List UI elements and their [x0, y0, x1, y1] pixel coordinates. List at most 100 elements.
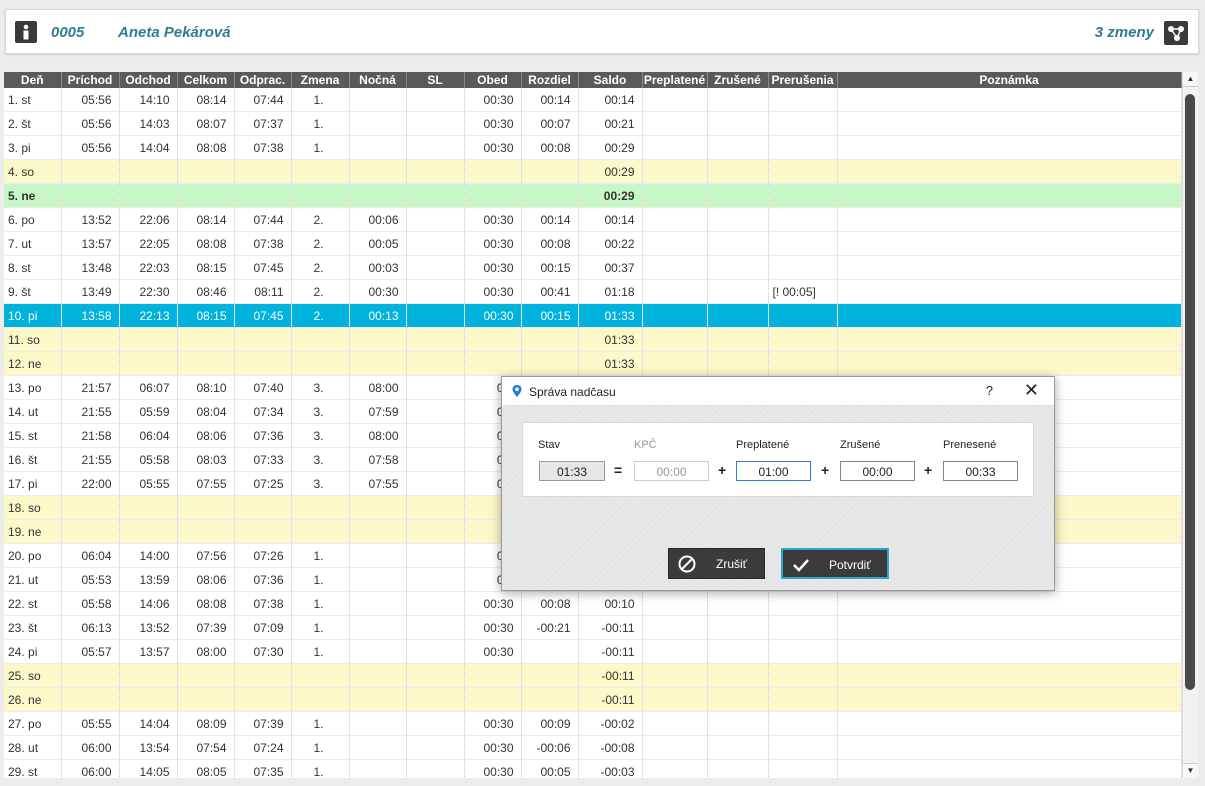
table-cell[interactable]: 13:49	[61, 279, 120, 304]
zrusene-input[interactable]: 00:00	[840, 461, 915, 481]
table-cell[interactable]: 00:37	[578, 255, 643, 280]
table-cell[interactable]	[177, 183, 235, 208]
table-cell[interactable]	[642, 711, 708, 736]
table-cell[interactable]: 08:00	[349, 375, 407, 400]
table-cell[interactable]	[707, 279, 769, 304]
table-row[interactable]: 11. so 01:33	[4, 327, 1182, 352]
table-cell[interactable]: 21:58	[61, 423, 120, 448]
column-header[interactable]: Zrušené	[707, 72, 769, 88]
table-cell[interactable]: 08:08	[177, 135, 235, 160]
table-cell[interactable]: 07:35	[234, 759, 292, 778]
table-cell[interactable]: 06:00	[61, 735, 120, 760]
table-cell[interactable]: 23. št	[4, 615, 62, 640]
column-header[interactable]: Odchod	[119, 72, 178, 88]
table-cell[interactable]	[768, 351, 838, 376]
table-cell[interactable]: 14:06	[119, 591, 178, 616]
table-cell[interactable]: 07:54	[177, 735, 235, 760]
table-cell[interactable]: 06:07	[119, 375, 178, 400]
table-row[interactable]: 28. ut 06:00 13:54 07:54 07:24 1. 00:30 -00:06-…	[4, 735, 1182, 760]
table-cell[interactable]: 00:21	[578, 111, 643, 136]
table-cell[interactable]	[349, 327, 407, 352]
table-cell[interactable]	[406, 88, 465, 112]
table-row[interactable]: 24. pi 05:57 13:57 08:00 07:30 1. 00:30 -00:11	[4, 639, 1182, 664]
table-cell[interactable]: 00:05	[521, 759, 579, 778]
table-cell[interactable]: 01:33	[578, 303, 643, 328]
table-cell[interactable]: 13:52	[61, 207, 120, 232]
table-cell[interactable]	[707, 735, 769, 760]
column-header[interactable]: Odprac.	[234, 72, 292, 88]
table-cell[interactable]	[406, 423, 465, 448]
table-row-selected[interactable]: 10. pi 13:58 22:13 08:15 07:45 2. 00:13 00:30 00…	[4, 303, 1182, 328]
table-row[interactable]: 8. st 13:48 22:03 08:15 07:45 2. 00:03 00:30 00:…	[4, 255, 1182, 280]
table-cell[interactable]	[406, 735, 465, 760]
table-cell[interactable]: 3.	[291, 399, 350, 424]
table-cell[interactable]: 00:29	[578, 135, 643, 160]
table-cell[interactable]	[349, 495, 407, 520]
table-cell[interactable]: 05:57	[61, 639, 120, 664]
table-cell[interactable]: 08:11	[234, 279, 292, 304]
table-cell[interactable]	[177, 687, 235, 712]
table-cell[interactable]: 14:05	[119, 759, 178, 778]
table-cell[interactable]	[837, 663, 1182, 688]
table-cell[interactable]: 29. st	[4, 759, 62, 778]
table-cell[interactable]	[406, 567, 465, 592]
table-cell[interactable]	[768, 231, 838, 256]
table-cell[interactable]: 1.	[291, 567, 350, 592]
table-cell[interactable]	[406, 471, 465, 496]
table-cell[interactable]	[349, 687, 407, 712]
table-cell[interactable]	[349, 639, 407, 664]
table-cell[interactable]	[406, 639, 465, 664]
table-cell[interactable]: 00:30	[464, 111, 522, 136]
table-cell[interactable]	[406, 615, 465, 640]
table-cell[interactable]: 08:04	[177, 399, 235, 424]
table-cell[interactable]: 22:06	[119, 207, 178, 232]
table-cell[interactable]: 07:59	[349, 399, 407, 424]
table-cell[interactable]	[119, 327, 178, 352]
table-cell[interactable]	[291, 327, 350, 352]
table-cell[interactable]	[234, 519, 292, 544]
table-cell[interactable]	[837, 735, 1182, 760]
table-cell[interactable]: 5. ne	[4, 183, 62, 208]
table-row[interactable]: 29. st 06:00 14:05 08:05 07:35 1. 00:30 00:05 -0…	[4, 759, 1182, 778]
table-cell[interactable]	[642, 279, 708, 304]
table-cell[interactable]	[642, 639, 708, 664]
cancel-button[interactable]: Zrušiť	[668, 548, 765, 579]
table-cell[interactable]	[768, 327, 838, 352]
table-cell[interactable]	[406, 447, 465, 472]
table-cell[interactable]	[406, 495, 465, 520]
table-cell[interactable]	[768, 591, 838, 616]
table-cell[interactable]	[642, 591, 708, 616]
table-cell[interactable]: 01:33	[578, 327, 643, 352]
table-cell[interactable]: 13:59	[119, 567, 178, 592]
table-cell[interactable]	[642, 327, 708, 352]
table-cell[interactable]	[837, 135, 1182, 160]
table-cell[interactable]	[707, 303, 769, 328]
table-cell[interactable]: 00:30	[464, 639, 522, 664]
table-cell[interactable]: 00:10	[578, 591, 643, 616]
table-cell[interactable]: 00:15	[521, 255, 579, 280]
table-row[interactable]: 4. so 00:29	[4, 159, 1182, 184]
table-cell[interactable]: 00:14	[521, 207, 579, 232]
table-cell[interactable]	[707, 351, 769, 376]
table-cell[interactable]	[349, 135, 407, 160]
table-cell[interactable]: -00:08	[578, 735, 643, 760]
table-cell[interactable]	[177, 351, 235, 376]
table-cell[interactable]: 00:14	[521, 88, 579, 112]
table-cell[interactable]: 14. ut	[4, 399, 62, 424]
table-cell[interactable]: 00:06	[349, 207, 407, 232]
table-cell[interactable]: 1.	[291, 135, 350, 160]
table-cell[interactable]: 08:00	[349, 423, 407, 448]
table-cell[interactable]	[642, 88, 708, 112]
table-cell[interactable]: 3.	[291, 423, 350, 448]
table-cell[interactable]	[521, 351, 579, 376]
table-cell[interactable]	[464, 159, 522, 184]
table-cell[interactable]: 08:06	[177, 423, 235, 448]
table-cell[interactable]: 06:13	[61, 615, 120, 640]
table-cell[interactable]: 07:56	[177, 543, 235, 568]
table-cell[interactable]	[119, 519, 178, 544]
table-cell[interactable]	[642, 351, 708, 376]
table-cell[interactable]: 08:08	[177, 231, 235, 256]
table-cell[interactable]: -00:11	[578, 639, 643, 664]
table-cell[interactable]: 08:15	[177, 303, 235, 328]
table-cell[interactable]: 24. pi	[4, 639, 62, 664]
